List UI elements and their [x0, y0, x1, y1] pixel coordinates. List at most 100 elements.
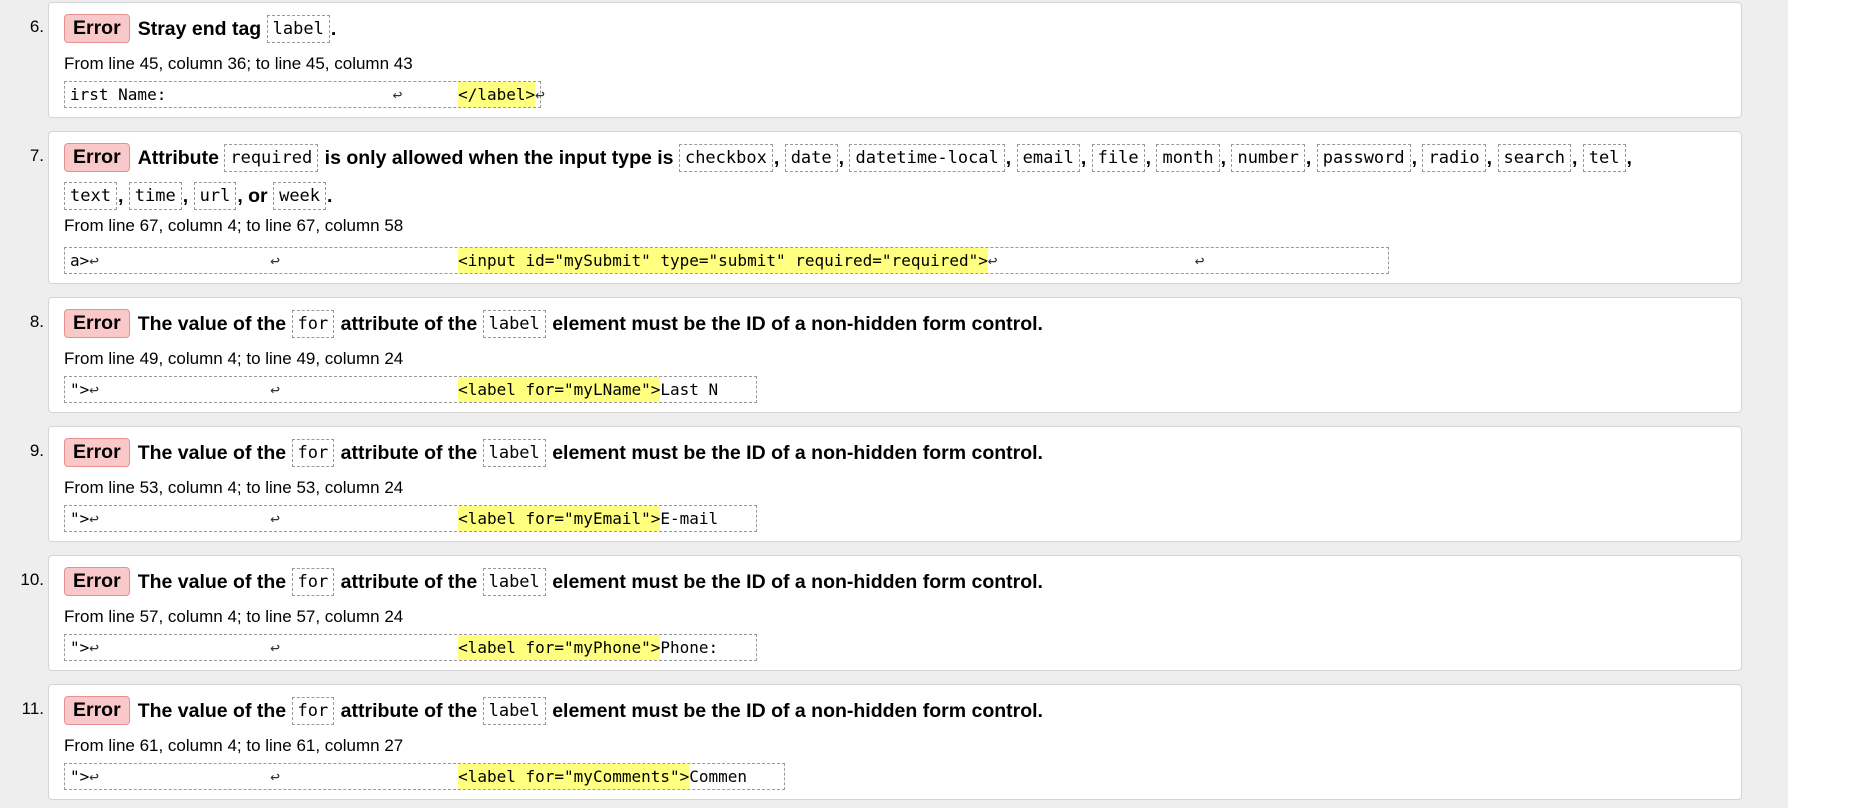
message-text: Error The value of the for attribute of t…: [64, 693, 1711, 730]
line-break-icon: ↩: [1194, 251, 1205, 270]
line-break-icon: ↩: [535, 85, 545, 104]
message-fragment: ,: [773, 147, 785, 169]
code-keyword: email: [1016, 144, 1080, 172]
error-badge: Error: [64, 696, 130, 725]
code-keyword: datetime-local: [849, 144, 1005, 172]
code-keyword: tel: [1582, 144, 1626, 172]
highlighted-code: <input id="mySubmit" type="submit" requi…: [458, 248, 988, 273]
code-keyword: radio: [1422, 144, 1486, 172]
source-extract: "> ↩ ↩ <label for="myEmail"> E-mail: [64, 505, 757, 532]
message-text: Error The value of the for attribute of t…: [64, 564, 1711, 601]
extract-code: ">: [70, 380, 90, 399]
message-fragment: Attribute: [137, 147, 225, 169]
extract-code: ">: [70, 509, 90, 528]
extract-code: E-mail: [660, 509, 719, 528]
code-keyword: label: [482, 439, 546, 467]
line-break-icon: ↩: [987, 251, 998, 270]
message-fragment: ,: [117, 185, 129, 207]
code-keyword: label: [482, 697, 546, 725]
source-extract: irst Name: </label> ↩ ↩: [64, 81, 545, 108]
message-text: Error Stray end tag label.: [64, 11, 1711, 48]
extract-code: Commen: [689, 767, 747, 786]
message-number: 11.: [21, 699, 44, 718]
message-fragment: element must be the ID of a non-hidden f…: [546, 571, 1043, 593]
message-number: 6.: [29, 17, 44, 36]
message-fragment: attribute of the: [335, 571, 483, 593]
message-list: 6. Error Stray end tag label. From line 45,…: [0, 0, 1788, 808]
location-text: From line 61, column 4; to line 61, colu…: [64, 736, 404, 755]
code-keyword: label: [266, 15, 330, 43]
location-text: From line 53, column 4; to line 53, colu…: [64, 478, 404, 497]
extract-code: ">: [70, 638, 90, 657]
line-break-icon: ↩: [270, 767, 280, 786]
line-break-icon: ↩: [89, 509, 99, 528]
message-fragment: ,: [1080, 147, 1092, 169]
extract-code: irst Name:: [70, 85, 167, 104]
highlighted-code: <label for="myLName">: [458, 377, 661, 402]
location-text: From line 57, column 4; to line 57, colu…: [64, 607, 404, 626]
line-break-icon: ↩: [89, 767, 99, 786]
location-text: From line 45, column 36; to line 45, col…: [64, 54, 413, 73]
code-keyword: label: [482, 568, 546, 596]
message-number: 7.: [29, 146, 44, 165]
line-break-icon: ↩: [270, 509, 280, 528]
message-fragment: ,: [1220, 147, 1232, 169]
code-keyword: number: [1231, 144, 1305, 172]
highlighted-code: <label for="myEmail">: [458, 506, 661, 531]
line-break-icon: ↩: [270, 251, 280, 270]
message-item: Error The value of the for attribute of t…: [48, 297, 1742, 413]
error-badge: Error: [64, 438, 130, 467]
message-item: Error Attribute required is only allowed …: [48, 131, 1742, 284]
message-fragment: ,: [1571, 147, 1583, 169]
message-item: Error The value of the for attribute of t…: [48, 555, 1742, 671]
error-badge: Error: [64, 14, 130, 43]
code-keyword: url: [193, 182, 237, 210]
message-text: Error The value of the for attribute of t…: [64, 306, 1711, 343]
location-text: From line 67, column 4; to line 67, colu…: [64, 216, 404, 235]
line-break-icon: ↩: [270, 638, 280, 657]
source-extract: "> ↩ ↩ <label for="myComments"> Commen: [64, 763, 785, 790]
message-fragment: ,: [1486, 147, 1498, 169]
line-break-icon: ↩: [392, 85, 403, 104]
message-fragment: ,: [1005, 147, 1017, 169]
line-break-icon: ↩: [89, 380, 99, 399]
line-break-icon: ↩: [89, 638, 99, 657]
code-keyword: file: [1091, 144, 1145, 172]
extract-code: Last N: [660, 380, 719, 399]
message-fragment: ,: [1145, 147, 1157, 169]
highlighted-code: <label for="myComments">: [458, 764, 690, 789]
code-keyword: search: [1497, 144, 1571, 172]
extract-code: a>: [70, 251, 90, 270]
message-fragment: attribute of the: [335, 313, 483, 335]
message-fragment: .: [327, 185, 333, 207]
code-keyword: time: [128, 182, 182, 210]
message-fragment: ,: [838, 147, 850, 169]
message-fragment: The value of the: [137, 571, 292, 593]
error-badge: Error: [64, 567, 130, 596]
code-keyword: for: [291, 697, 335, 725]
message-fragment: attribute of the: [335, 442, 483, 464]
extract-code: ">: [70, 767, 90, 786]
highlighted-code: <label for="myPhone">: [458, 635, 661, 660]
message-fragment: element must be the ID of a non-hidden f…: [546, 700, 1043, 722]
message-fragment: ,: [1411, 147, 1423, 169]
extract-code: Phone:: [660, 638, 719, 657]
message-fragment: attribute of the: [335, 700, 483, 722]
message-fragment: ,: [182, 185, 194, 207]
code-keyword: month: [1156, 144, 1220, 172]
source-extract: a> ↩ ↩ <input id="mySubmit" type="submit" r…: [64, 247, 1389, 274]
code-keyword: for: [291, 439, 335, 467]
message-fragment: Stray end tag: [137, 18, 267, 40]
message-fragment: element must be the ID of a non-hidden f…: [546, 313, 1043, 335]
message-fragment: The value of the: [137, 700, 292, 722]
message-number: 9.: [29, 441, 44, 460]
message-number: 10.: [20, 570, 44, 589]
message-fragment: ,: [1305, 147, 1317, 169]
code-keyword: label: [482, 310, 546, 338]
code-keyword: date: [784, 144, 838, 172]
message-fragment: .: [330, 18, 337, 40]
code-keyword: checkbox: [678, 144, 773, 172]
code-keyword: password: [1316, 144, 1411, 172]
message-text: text, time, url, or week.: [64, 178, 1711, 215]
message-item: Error The value of the for attribute of t…: [48, 684, 1742, 800]
